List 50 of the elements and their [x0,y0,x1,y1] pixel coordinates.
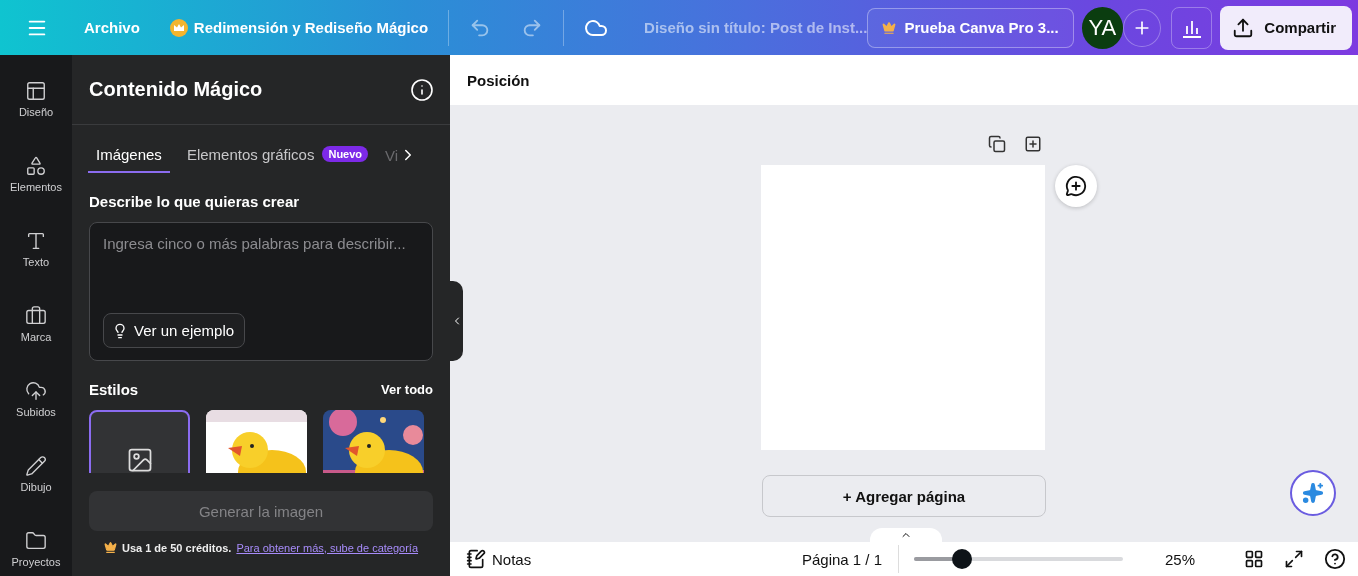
comment-button[interactable] [1055,165,1097,207]
sidebar-item[interactable]: Proyectos [0,521,72,576]
sidebar-item[interactable]: Elementos [0,146,72,201]
new-badge: Nuevo [322,146,369,162]
info-icon[interactable] [410,77,434,102]
notes-icon [466,549,486,569]
layout-icon [25,79,47,102]
credits-text: Usa 1 de 50 créditos. [121,541,232,554]
crown-icon [169,18,188,37]
cloud-upload-icon [25,379,47,402]
panel-title: Contenido Mágico [89,78,263,101]
sidebar-item[interactable]: Dibujo [0,446,72,501]
position-button[interactable]: Posición [467,71,530,89]
grid-view-button[interactable] [1244,549,1264,569]
share-button[interactable]: Compartir [1220,5,1352,50]
notes-button[interactable]: Notas [466,549,532,569]
folder-icon [25,529,47,552]
example-button[interactable]: Ver un ejemplo [103,313,246,348]
trial-button[interactable]: Prueba Canva Pro 3... [867,7,1074,48]
sidebar-item[interactable]: Marca [0,296,72,351]
user-avatar[interactable]: YA [1081,6,1124,49]
fullscreen-button[interactable] [1284,549,1304,569]
tab[interactable]: Elementos gráficos Nuevo [178,137,377,173]
styles-title: Estilos [89,381,139,398]
pencil-icon [25,454,47,477]
crown-icon [103,541,117,554]
sidebar-item[interactable]: Subidos [0,371,72,426]
insights-button[interactable] [1170,6,1213,49]
briefcase-icon [25,304,47,327]
add-page-icon[interactable] [1024,135,1042,153]
add-page-button[interactable]: + Agregar página [762,475,1046,517]
page-indicator[interactable]: Página 1 / 1 [801,545,899,573]
magic-button[interactable] [1290,470,1336,516]
collapse-button[interactable] [450,281,463,361]
prompt-field[interactable]: Ingresa cinco o más palabras para describir... Ver un ejemplo [89,222,433,361]
duplicate-icon[interactable] [988,135,1006,153]
tab[interactable]: Imágenes [88,137,170,173]
upgrade-link[interactable]: Para obtener más, sube de categoría [236,541,419,554]
sparkles-icon [1302,482,1324,504]
zoom-reading[interactable]: 25% [1136,550,1224,568]
lightbulb-icon [112,322,128,339]
crown-icon [882,20,897,35]
see-all-link[interactable]: Ver todo [381,382,433,397]
shapes-icon [25,154,47,177]
help-button[interactable] [1324,548,1346,570]
sidebar-item[interactable]: Diseño [0,71,72,126]
comment-icon [1065,175,1087,197]
sidebar-item[interactable]: Texto [0,221,72,276]
prompt-label: Describe lo que quieras crear [89,193,301,210]
upload-icon [1232,16,1255,39]
